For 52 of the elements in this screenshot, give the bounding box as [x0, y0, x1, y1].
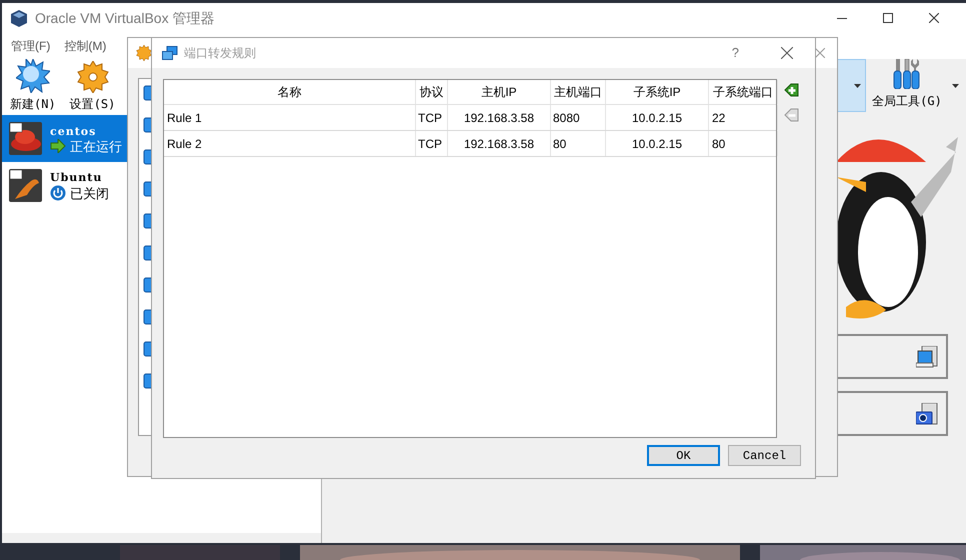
- table-row[interactable]: Rule 1 TCP 192.168.3.58 8080 10.0.2.15 22: [164, 105, 776, 131]
- dialog-button[interactable]: Cancel: [728, 445, 801, 466]
- dialog-title: 端口转发规则: [184, 45, 256, 62]
- close-icon[interactable]: [781, 47, 793, 59]
- column-header[interactable]: 协议: [416, 80, 448, 104]
- table-cell: 80: [551, 131, 606, 156]
- arrow-right-icon: [50, 139, 66, 153]
- column-header[interactable]: 主机IP: [448, 80, 551, 104]
- starburst-icon: [16, 59, 50, 93]
- table-cell: TCP: [416, 131, 448, 156]
- cube-icon: [11, 10, 27, 26]
- table-row[interactable]: Rule 2 TCP 192.168.3.58 80 10.0.2.15 80: [164, 131, 776, 157]
- menu-item[interactable]: 管理(F): [11, 37, 50, 55]
- table-cell: 22: [709, 105, 778, 130]
- table-cell: 10.0.2.15: [606, 131, 709, 156]
- table-cell: 192.168.3.58: [448, 105, 551, 130]
- column-header[interactable]: 名称: [164, 80, 416, 104]
- menu-item[interactable]: 控制(M): [64, 37, 106, 55]
- table-cell: Rule 2: [164, 131, 416, 156]
- vm-name: centos: [50, 124, 98, 138]
- global-tools-button[interactable]: 全局工具(G): [866, 59, 948, 112]
- table-cell: TCP: [416, 105, 448, 130]
- column-header[interactable]: 主机端口: [551, 80, 606, 104]
- vm-name: Ubuntu: [50, 170, 104, 185]
- camera-icon: [916, 402, 938, 424]
- computer-icon: [916, 346, 938, 368]
- maximize-icon: [883, 13, 893, 23]
- table-cell: 10.0.2.15: [606, 105, 709, 130]
- caret-icon: [854, 84, 861, 88]
- dialog-button[interactable]: OK: [647, 445, 720, 466]
- toolbar-button[interactable]: 新建(N): [10, 59, 56, 113]
- table-cell: 192.168.3.58: [448, 131, 551, 156]
- column-header[interactable]: 子系统IP: [606, 80, 709, 104]
- caret-icon: [952, 84, 959, 88]
- window-title: Oracle VM VirtualBox 管理器: [35, 8, 214, 28]
- network-icon: [162, 46, 178, 60]
- vm-status: 正在运行: [70, 138, 122, 154]
- table-cell: 8080: [551, 105, 606, 130]
- vm-os-icon: [9, 122, 42, 155]
- toolbar-button[interactable]: 设置(S): [70, 61, 116, 113]
- power-icon: [50, 185, 66, 201]
- gear-icon: [136, 45, 152, 61]
- vm-status: 已关闭: [70, 186, 109, 200]
- close-icon: [929, 13, 939, 23]
- table-cell: 80: [709, 131, 778, 156]
- tools-icon: [893, 59, 921, 89]
- vm-os-icon: [9, 169, 42, 202]
- add-rule-icon[interactable]: [783, 82, 800, 99]
- table-cell: Rule 1: [164, 105, 416, 130]
- remove-rule-icon[interactable]: [783, 107, 800, 124]
- help-button[interactable]: ?: [732, 43, 739, 63]
- column-header[interactable]: 子系统端口: [709, 80, 778, 104]
